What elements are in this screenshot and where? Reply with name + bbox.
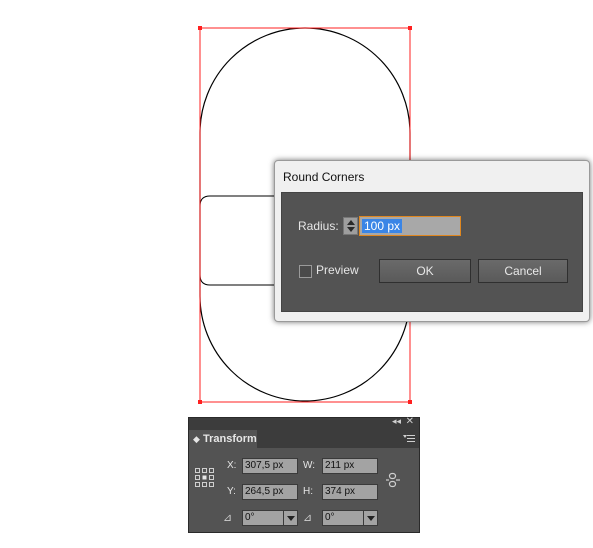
tab-toggle-icon: ◆ <box>193 434 200 444</box>
y-label: Y: <box>227 486 236 497</box>
reference-point-icon[interactable] <box>195 468 215 488</box>
y-field[interactable]: 264,5 px <box>242 484 298 500</box>
x-label: X: <box>227 460 237 471</box>
radius-label: Radius: <box>298 219 339 233</box>
shear-dropdown[interactable] <box>364 510 378 526</box>
round-corners-dialog: Round Corners Radius: 100 px Preview OK … <box>274 160 590 322</box>
radius-stepper[interactable] <box>343 217 358 235</box>
panel-topbar: ◂◂ ✕ <box>189 416 419 430</box>
preview-label: Preview <box>316 263 359 277</box>
stepper-down-icon[interactable] <box>347 227 355 232</box>
transform-panel: ◂◂ ✕ ◆ Transform X: 307,5 px W: 211 px Y… <box>188 416 420 533</box>
x-field[interactable]: 307,5 px <box>242 458 298 474</box>
tab-transform[interactable]: ◆ Transform <box>189 430 257 448</box>
w-label: W: <box>303 460 316 471</box>
close-icon[interactable]: ✕ <box>406 416 414 427</box>
rotate-icon: ⊿ <box>223 512 233 524</box>
collapse-icon[interactable]: ◂◂ <box>392 416 401 427</box>
radius-value: 100 px <box>362 219 403 233</box>
ok-button[interactable]: OK <box>379 259 471 283</box>
rotate-field[interactable]: 0° <box>242 510 284 526</box>
stepper-up-icon[interactable] <box>347 220 355 225</box>
tab-label: Transform <box>203 433 257 445</box>
constrain-proportions-icon[interactable] <box>385 471 401 489</box>
w-field[interactable]: 211 px <box>322 458 378 474</box>
shear-field[interactable]: 0° <box>322 510 364 526</box>
panel-tabbar: ◆ Transform <box>189 430 419 448</box>
rotate-dropdown[interactable] <box>284 510 298 526</box>
preview-checkbox[interactable] <box>299 265 312 278</box>
radius-input[interactable]: 100 px <box>359 216 461 236</box>
dialog-body: Radius: 100 px Preview OK Cancel <box>281 192 583 312</box>
cancel-button[interactable]: Cancel <box>478 259 568 283</box>
shear-icon: ⊿ <box>303 512 313 524</box>
chevron-down-icon <box>367 516 375 521</box>
h-field[interactable]: 374 px <box>322 484 378 500</box>
h-label: H: <box>303 486 313 497</box>
dialog-title: Round Corners <box>283 170 365 184</box>
chevron-down-icon <box>287 516 295 521</box>
panel-menu-icon[interactable] <box>403 433 415 445</box>
